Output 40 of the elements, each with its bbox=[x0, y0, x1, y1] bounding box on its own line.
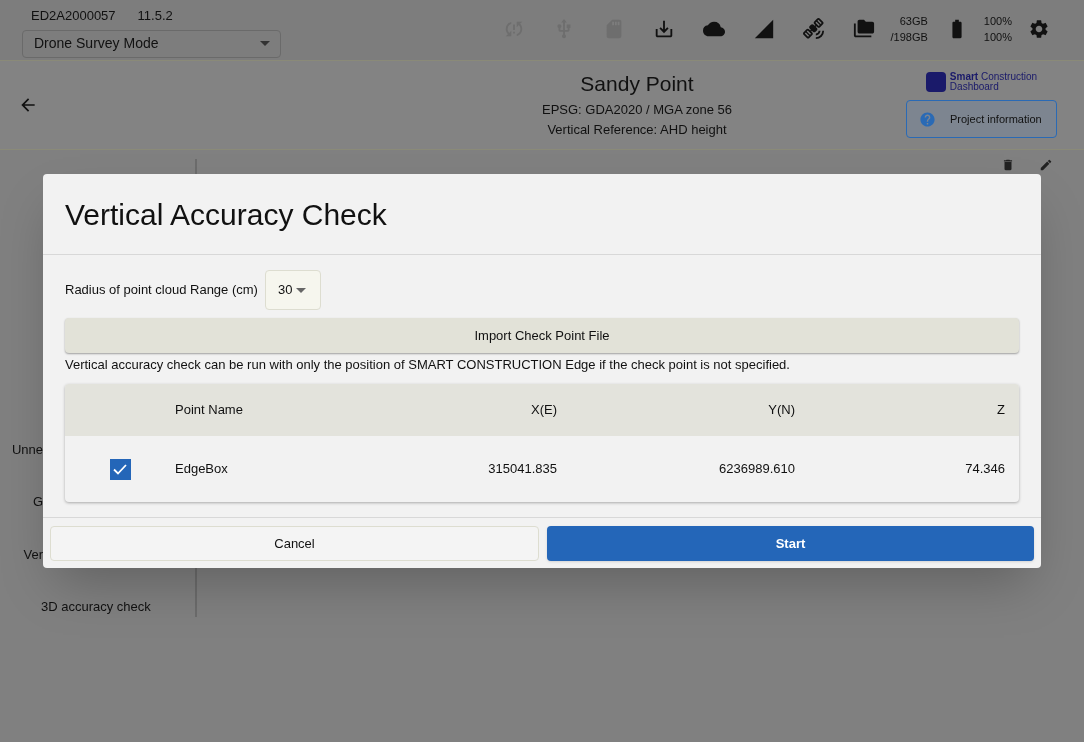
pencil-icon[interactable] bbox=[1038, 158, 1054, 172]
dropdown-arrow-icon bbox=[296, 287, 307, 293]
table-cell-text: 74.346 bbox=[964, 460, 1005, 479]
column-header: X(E) bbox=[530, 401, 557, 420]
sidebar-item[interactable]: Ver bbox=[23, 544, 43, 564]
settings-icon[interactable] bbox=[1028, 18, 1050, 40]
version-number: 11.5.2 bbox=[137, 7, 173, 25]
column-header: Point Name bbox=[175, 401, 244, 420]
project-name: Sandy Point bbox=[580, 71, 694, 97]
vertical-reference: Vertical Reference: AHD height bbox=[547, 121, 727, 139]
table-cell-text: EdgeBox bbox=[175, 460, 229, 479]
table-cell-text: 6236989.610 bbox=[718, 460, 795, 479]
sidebar-item[interactable]: 3D accuracy check bbox=[41, 597, 151, 617]
device-id: ED2A2000057 bbox=[31, 7, 116, 25]
storage-free: 63GB bbox=[899, 14, 928, 29]
sidebar-item[interactable]: G bbox=[32, 492, 43, 512]
radius-select[interactable]: 30 bbox=[264, 270, 321, 310]
checkmark-icon bbox=[113, 463, 127, 475]
logo-text: Smart Construction bbox=[949, 72, 1038, 82]
battery-level: 100% bbox=[983, 30, 1012, 45]
storage-total: /198GB bbox=[890, 30, 928, 45]
logo-text: Dashboard bbox=[949, 82, 1000, 92]
import-button[interactable]: Import Check Point File bbox=[65, 318, 1019, 353]
help-icon bbox=[919, 110, 936, 128]
table-cell-text: 315041.835 bbox=[487, 460, 557, 479]
row-checkbox[interactable] bbox=[109, 458, 131, 480]
cancel-button[interactable]: Cancel bbox=[50, 526, 539, 561]
mode-select[interactable]: Drone Survey Mode bbox=[22, 29, 281, 58]
column-header: Z bbox=[996, 401, 1005, 420]
dialog-title: Vertical Accuracy Check bbox=[65, 196, 387, 233]
column-header: Y(N) bbox=[767, 401, 795, 420]
dropdown-arrow-icon bbox=[260, 41, 270, 46]
radius-label: Radius of point cloud Range (cm) bbox=[65, 281, 258, 300]
start-button[interactable]: Start bbox=[547, 526, 1034, 561]
note-text: Vertical accuracy check can be run with only the position of SMART CONSTRUCTION Edge if the check point is not specified. bbox=[65, 357, 791, 373]
battery-level: 100% bbox=[983, 14, 1012, 29]
logo-icon bbox=[925, 72, 946, 92]
project-information-button[interactable]: Project information bbox=[906, 100, 1057, 138]
sidebar-item[interactable]: Unne bbox=[11, 439, 43, 459]
coordinate-system: EPSG: GDA2020 / MGA zone 56 bbox=[541, 101, 732, 119]
